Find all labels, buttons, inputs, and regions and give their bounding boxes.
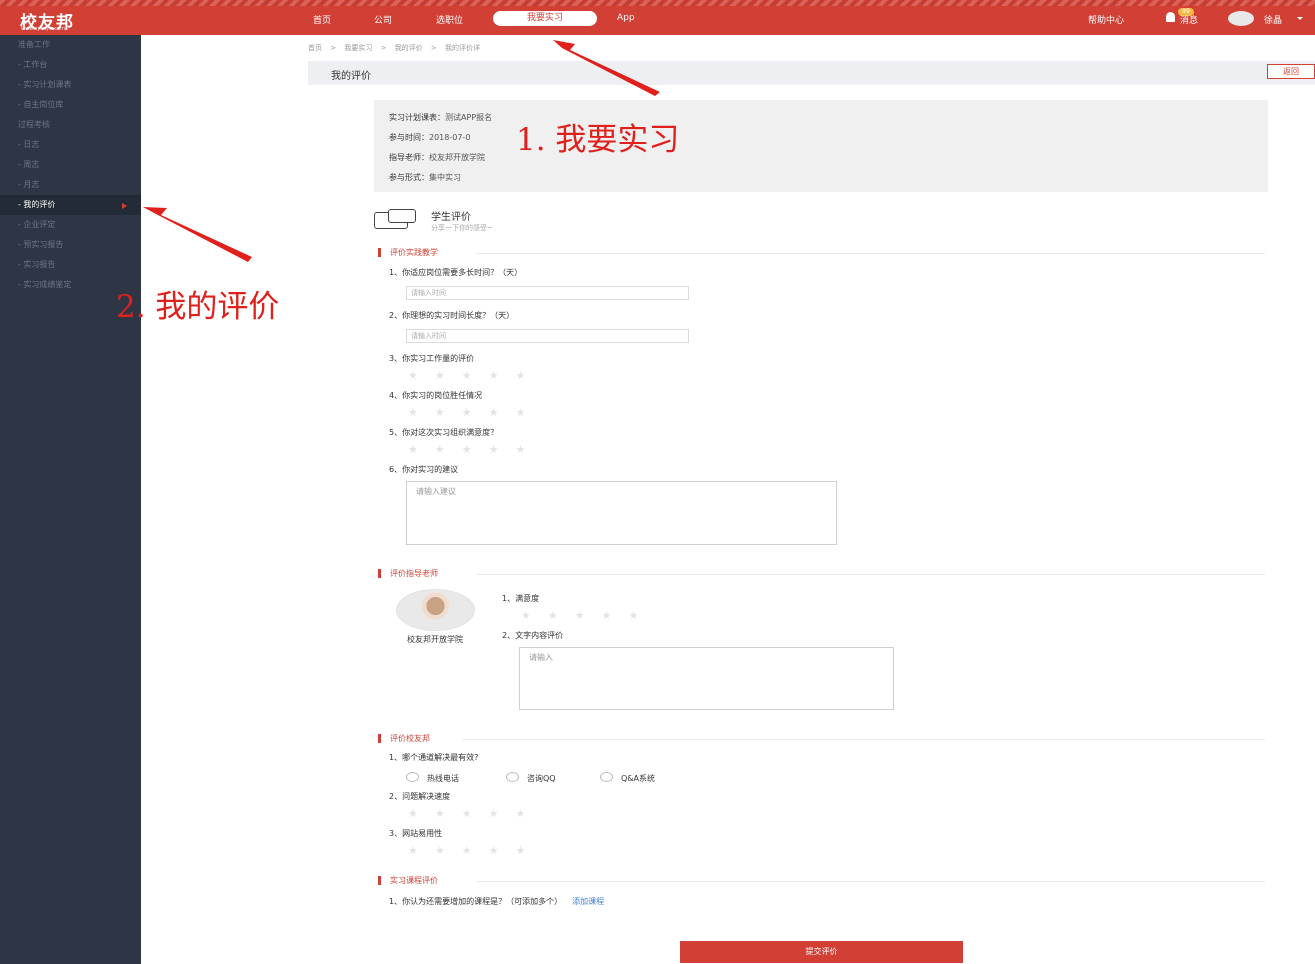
annotation-arrow-1 — [553, 40, 660, 96]
annotation-label-1: 1. 我要实习 — [516, 122, 680, 158]
annotation-arrow-2 — [143, 207, 252, 262]
annotation-label-2: 2. 我的评价 — [116, 289, 280, 325]
